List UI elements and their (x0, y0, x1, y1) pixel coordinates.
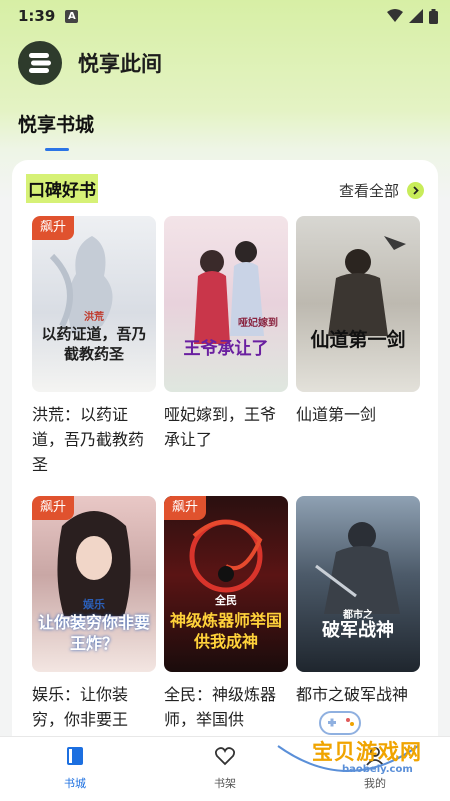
wifi-icon (387, 9, 403, 22)
cover-title: 以药证道，吾乃截教药圣 (41, 325, 147, 363)
signal-icon (409, 9, 423, 23)
book-item[interactable]: 飙升 洪荒 以药证道，吾乃截教药圣 洪荒：以药证道，吾乃截教药圣 (32, 216, 156, 486)
watermark-text: 宝贝游戏网 (312, 740, 422, 764)
tab-bookstore[interactable]: 悦享书城 (18, 110, 94, 137)
rising-badge: 飙升 (32, 496, 74, 520)
cover-title: 王爷承让了 (183, 339, 269, 359)
book-cover: 都市之 破军战神 (296, 496, 420, 672)
app-header: 悦享此间 (18, 40, 162, 86)
cover-tag: 娱乐 (83, 598, 105, 611)
see-all-label: 查看全部 (338, 182, 399, 200)
book-cover: 哑妃嫁到 王爷承让了 (164, 216, 288, 392)
book-item[interactable]: 飙升 全民 神级炼器师举国供我成神 全民：神级炼器师，举国供 (164, 496, 288, 736)
see-all-button[interactable]: 查看全部 (339, 180, 424, 201)
cover-tag: 洪荒 (84, 312, 104, 323)
book-cover: 飙升 洪荒 以药证道，吾乃截教药圣 (32, 216, 156, 392)
rising-badge: 飙升 (32, 216, 74, 240)
book-icon (67, 747, 83, 765)
cover-tag: 全民 (215, 594, 237, 607)
book-name: 仙道第一剑 (296, 405, 377, 424)
nav-label: 书城 (64, 777, 86, 790)
book-name: 洪荒：以药证道，吾乃截教药圣 (32, 405, 145, 474)
cover-tag: 都市之 (343, 610, 373, 621)
chevron-right-icon (407, 182, 424, 199)
app-logo-icon (18, 41, 62, 85)
battery-icon (429, 8, 438, 24)
heart-icon (214, 747, 236, 766)
nav-item-bookstore[interactable]: 书城 (35, 745, 115, 791)
status-bar: 1:39 A (0, 0, 450, 32)
cover-tag: 哑妃嫁到 (238, 318, 278, 329)
nav-item-bookshelf[interactable]: 书架 (185, 745, 265, 791)
cover-title: 让你装穷你非要王炸？ (37, 613, 150, 653)
book-cover: 飙升 全民 神级炼器师举国供我成神 (164, 496, 288, 672)
section-title: 口碑好书 (26, 174, 98, 203)
watermark-url: baobeiy.com (342, 764, 413, 775)
recommend-card: 口碑好书 查看全部 飙升 洪荒 以药证道，吾乃截教药圣 洪荒：以药证道，吾乃截教… (12, 160, 438, 750)
cover-title: 仙道第一剑 (310, 329, 406, 351)
app-title: 悦享此间 (78, 52, 162, 76)
cover-title: 神级炼器师举国供我成神 (169, 611, 282, 651)
cover-title: 破军战神 (322, 620, 394, 641)
book-name: 哑妃嫁到，王爷承让了 (164, 405, 277, 449)
book-item[interactable]: 都市之 破军战神 都市之破军战神 (296, 496, 420, 736)
book-item[interactable]: 飙升 娱乐 让你装穷你非要王炸？ 娱乐：让你装穷，你非要王 (32, 496, 156, 736)
book-cover: 飙升 娱乐 让你装穷你非要王炸？ (32, 496, 156, 672)
status-time: 1:39 (18, 7, 56, 25)
book-cover: 仙道第一剑 (296, 216, 420, 392)
rising-badge: 飙升 (164, 496, 206, 520)
watermark-logo: 宝贝游戏网 baobeiy.com (268, 706, 428, 786)
book-item[interactable]: 仙道第一剑 仙道第一剑 (296, 216, 420, 486)
nav-label: 书架 (214, 777, 236, 790)
book-item[interactable]: 哑妃嫁到 王爷承让了 哑妃嫁到，王爷承让了 (164, 216, 288, 486)
status-icons (387, 8, 438, 24)
book-name: 娱乐：让你装穷，你非要王 (32, 685, 129, 729)
tab-indicator (45, 148, 69, 151)
notification-icon: A (65, 9, 79, 23)
